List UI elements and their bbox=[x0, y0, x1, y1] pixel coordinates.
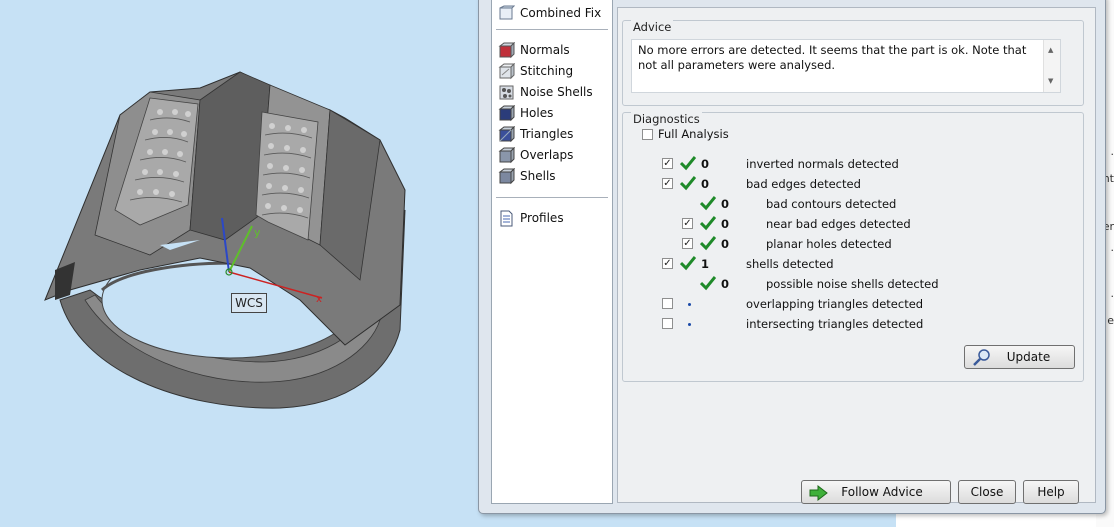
diag-label: shells detected bbox=[746, 257, 834, 271]
diag-count: 1 bbox=[701, 257, 710, 271]
not-analysed-dot-icon bbox=[688, 323, 691, 326]
holes-icon bbox=[498, 104, 516, 122]
diag-count: 0 bbox=[721, 197, 730, 211]
scroll-down-icon[interactable]: ▼ bbox=[1048, 74, 1053, 89]
diagnostics-group: Diagnostics Full Analysis ✓ 0 inverted nor… bbox=[622, 112, 1084, 382]
follow-advice-button[interactable]: Follow Advice bbox=[801, 480, 951, 504]
diag-label: possible noise shells detected bbox=[766, 277, 939, 291]
nav-label: Profiles bbox=[520, 211, 564, 225]
close-button[interactable]: Close bbox=[958, 480, 1016, 504]
nav-label: Stitching bbox=[520, 64, 574, 78]
diag-row-checkbox[interactable]: ✓ bbox=[662, 178, 673, 189]
profiles-icon bbox=[498, 210, 515, 227]
nav-item-triangles[interactable]: Triangles bbox=[498, 124, 573, 144]
scroll-up-icon[interactable]: ▲ bbox=[1048, 43, 1053, 58]
nav-item-noise-shells[interactable]: Noise Shells bbox=[498, 82, 593, 102]
advice-title: Advice bbox=[631, 20, 674, 34]
help-button[interactable]: Help bbox=[1023, 480, 1079, 504]
nav-label: Overlaps bbox=[520, 148, 574, 162]
diag-label: overlapping triangles detected bbox=[746, 297, 924, 311]
shells-icon bbox=[498, 167, 516, 185]
diag-count: 0 bbox=[701, 177, 710, 191]
diag-label: bad edges detected bbox=[746, 177, 861, 191]
advice-scrollbar[interactable]: ▲ ▼ bbox=[1043, 40, 1060, 92]
advice-text: No more errors are detected. It seems th… bbox=[638, 43, 1027, 72]
nav-label: Shells bbox=[520, 169, 556, 183]
svg-text:y: y bbox=[254, 226, 261, 239]
diag-row-checkbox[interactable] bbox=[662, 318, 673, 329]
diag-label: intersecting triangles detected bbox=[746, 317, 924, 331]
full-analysis-label: Full Analysis bbox=[658, 127, 729, 141]
diag-row-checkbox[interactable]: ✓ bbox=[662, 258, 673, 269]
diag-count: 0 bbox=[701, 157, 710, 171]
triangles-icon bbox=[498, 125, 516, 143]
diagnostics-panel: Advice No more errors are detected. It s… bbox=[617, 7, 1096, 503]
diag-row-checkbox[interactable]: ✓ bbox=[662, 158, 673, 169]
nav-item-stitching[interactable]: Stitching bbox=[498, 61, 573, 81]
arrow-right-icon bbox=[808, 484, 830, 505]
update-button[interactable]: Update bbox=[964, 345, 1075, 369]
overlaps-icon bbox=[498, 146, 516, 164]
svg-text:x: x bbox=[316, 294, 322, 305]
noise-shells-icon bbox=[498, 84, 515, 101]
diagnostics-title: Diagnostics bbox=[631, 112, 702, 126]
diag-count: 0 bbox=[721, 277, 730, 291]
diag-label: bad contours detected bbox=[766, 197, 897, 211]
nav-label: Holes bbox=[520, 106, 554, 120]
help-label: Help bbox=[1037, 485, 1065, 499]
diag-row-checkbox[interactable] bbox=[662, 298, 673, 309]
advice-group: Advice No more errors are detected. It s… bbox=[622, 20, 1084, 106]
not-analysed-dot-icon bbox=[688, 303, 691, 306]
nav-item-normals[interactable]: Normals bbox=[498, 40, 570, 60]
follow-advice-label: Follow Advice bbox=[841, 485, 923, 499]
fix-wizard-nav: Combined Fix Normals Stitching Noise She… bbox=[491, 0, 613, 504]
update-label: Update bbox=[1006, 350, 1051, 364]
nav-separator bbox=[496, 197, 608, 198]
nav-label: Triangles bbox=[520, 127, 574, 141]
green-check-icon bbox=[679, 155, 697, 171]
diag-row-checkbox[interactable]: ✓ bbox=[682, 218, 693, 229]
green-check-icon bbox=[699, 215, 717, 231]
stitching-icon bbox=[498, 62, 516, 80]
diag-count: 0 bbox=[721, 237, 730, 251]
diag-label: near bad edges detected bbox=[766, 217, 911, 231]
green-check-icon bbox=[679, 175, 697, 191]
nav-item-combined-fix[interactable]: Combined Fix bbox=[498, 3, 601, 23]
nav-item-profiles[interactable]: Profiles bbox=[498, 208, 564, 228]
advice-text-box[interactable]: No more errors are detected. It seems th… bbox=[631, 39, 1061, 93]
nav-item-overlaps[interactable]: Overlaps bbox=[498, 145, 573, 165]
wcs-label: WCS bbox=[231, 293, 267, 313]
full-analysis-checkbox[interactable] bbox=[642, 129, 653, 140]
diag-count: 0 bbox=[721, 217, 730, 231]
nav-separator bbox=[496, 29, 608, 30]
green-check-icon bbox=[699, 275, 717, 291]
nav-item-shells[interactable]: Shells bbox=[498, 166, 556, 186]
normals-icon bbox=[498, 41, 516, 59]
nav-label: Normals bbox=[520, 43, 570, 57]
green-check-icon bbox=[679, 255, 697, 271]
nav-label: Noise Shells bbox=[520, 85, 593, 99]
green-check-icon bbox=[699, 195, 717, 211]
nav-label: Combined Fix bbox=[520, 6, 602, 20]
combined-fix-icon bbox=[498, 5, 516, 22]
diag-label: inverted normals detected bbox=[746, 157, 899, 171]
diagnostics-dialog: Combined Fix Normals Stitching Noise She… bbox=[478, 0, 1106, 514]
close-label: Close bbox=[970, 485, 1004, 499]
green-check-icon bbox=[699, 235, 717, 251]
diag-row-checkbox[interactable]: ✓ bbox=[682, 238, 693, 249]
diag-label: planar holes detected bbox=[766, 237, 892, 251]
nav-item-holes[interactable]: Holes bbox=[498, 103, 553, 123]
magnifier-icon bbox=[971, 348, 993, 369]
